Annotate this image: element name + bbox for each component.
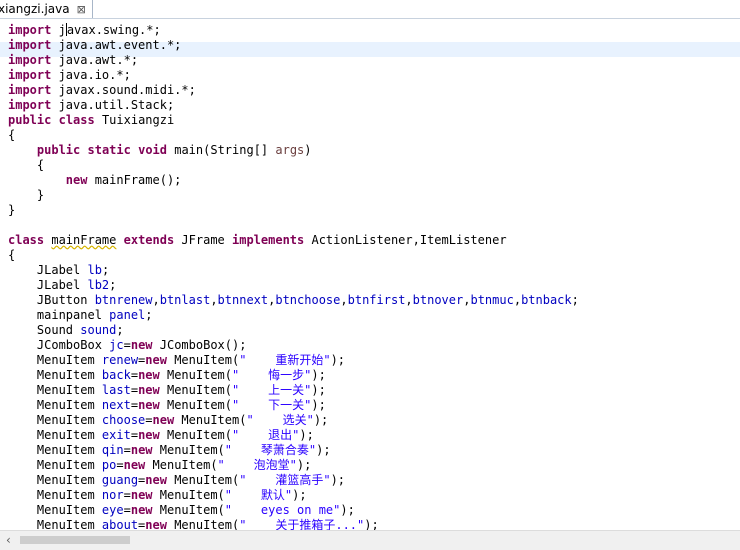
code-line[interactable]: JLabel lb; — [8, 263, 579, 278]
code-line[interactable]: JComboBox jc=new JComboBox(); — [8, 338, 579, 353]
editor-tab-bar: xiangzi.java ⊠ — [0, 0, 740, 19]
code-line[interactable]: MenuItem about=new MenuItem(" 关于推箱子...")… — [8, 518, 579, 530]
code-line[interactable]: import java.awt.event.*; — [8, 38, 579, 53]
code-line[interactable]: } — [8, 203, 579, 218]
code-line[interactable]: import javax.swing.*; — [8, 23, 579, 38]
code-line[interactable]: JLabel lb2; — [8, 278, 579, 293]
code-line[interactable]: import java.util.Stack; — [8, 98, 579, 113]
close-icon[interactable]: ⊠ — [77, 3, 86, 16]
code-line[interactable]: { — [8, 248, 579, 263]
code-line[interactable]: MenuItem po=new MenuItem(" 泡泡堂"); — [8, 458, 579, 473]
code-line[interactable]: MenuItem back=new MenuItem(" 悔一步"); — [8, 368, 579, 383]
code-line[interactable]: new mainFrame(); — [8, 173, 579, 188]
code-line[interactable]: MenuItem guang=new MenuItem(" 灌篮高手"); — [8, 473, 579, 488]
code-text[interactable]: import javax.swing.*; import java.awt.eve… — [8, 23, 579, 530]
code-line[interactable] — [8, 218, 579, 233]
code-line[interactable]: MenuItem next=new MenuItem(" 下一关"); — [8, 398, 579, 413]
code-line[interactable]: MenuItem exit=new MenuItem(" 退出"); — [8, 428, 579, 443]
code-line[interactable]: class mainFrame extends JFrame implement… — [8, 233, 579, 248]
code-line[interactable]: public static void main(String[] args) — [8, 143, 579, 158]
code-line[interactable]: MenuItem qin=new MenuItem(" 琴萧合奏"); — [8, 443, 579, 458]
code-line[interactable]: import java.io.*; — [8, 68, 579, 83]
code-line[interactable]: import javax.sound.midi.*; — [8, 83, 579, 98]
code-line[interactable]: Sound sound; — [8, 323, 579, 338]
code-line[interactable]: import java.awt.*; — [8, 53, 579, 68]
code-editor[interactable]: import javax.swing.*; import java.awt.eve… — [0, 19, 740, 530]
code-line[interactable]: { — [8, 128, 579, 143]
code-line[interactable]: mainpanel panel; — [8, 308, 579, 323]
code-line[interactable]: { — [8, 158, 579, 173]
scrollbar-thumb[interactable] — [20, 536, 130, 544]
code-line[interactable]: MenuItem renew=new MenuItem(" 重新开始"); — [8, 353, 579, 368]
code-line[interactable]: JButton btnrenew,btnlast,btnnext,btnchoo… — [8, 293, 579, 308]
code-line[interactable]: MenuItem last=new MenuItem(" 上一关"); — [8, 383, 579, 398]
horizontal-scrollbar[interactable]: ‹ — [0, 530, 740, 550]
code-line[interactable]: } — [8, 188, 579, 203]
code-line[interactable]: MenuItem choose=new MenuItem(" 选关"); — [8, 413, 579, 428]
code-line[interactable]: public class Tuixiangzi — [8, 113, 579, 128]
tab-title: xiangzi.java — [0, 2, 70, 16]
scroll-left-icon[interactable]: ‹ — [6, 533, 11, 547]
code-line[interactable]: MenuItem nor=new MenuItem(" 默认"); — [8, 488, 579, 503]
code-line[interactable]: MenuItem eye=new MenuItem(" eyes on me")… — [8, 503, 579, 518]
editor-tab-xiangzi[interactable]: xiangzi.java ⊠ — [0, 0, 93, 19]
